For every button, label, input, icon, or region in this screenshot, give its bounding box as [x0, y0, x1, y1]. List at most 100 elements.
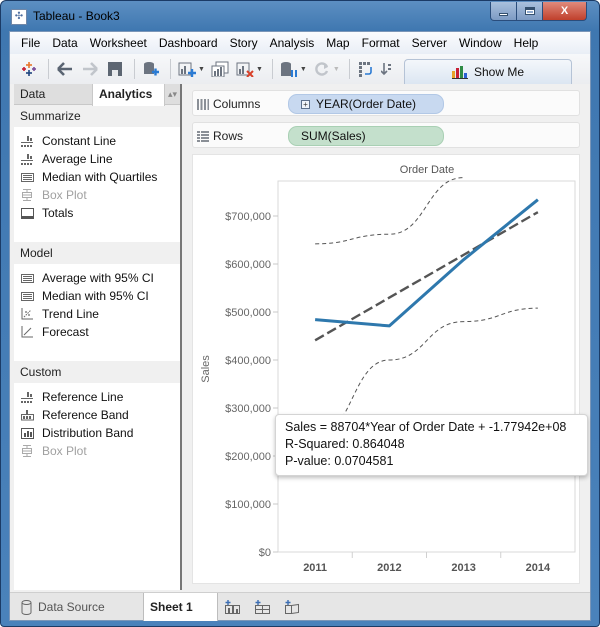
title-bar[interactable]: ✣ Tableau - Book3 X [1, 1, 599, 31]
analytics-item-box-plot[interactable]: Box Plot [14, 186, 180, 204]
median-quartiles-icon [20, 171, 34, 183]
series-line-sum-sales [314, 198, 539, 328]
new-worksheet-dropdown[interactable]: ▼ [198, 66, 205, 73]
constant-line-icon [20, 135, 34, 147]
duplicate-sheet-button[interactable] [209, 58, 231, 80]
sort-button[interactable] [380, 58, 392, 80]
menu-format[interactable]: Format [356, 32, 406, 54]
columns-pill-year-order-date[interactable]: + YEAR(Order Date) [288, 94, 444, 114]
minimize-button[interactable] [490, 2, 517, 21]
save-button[interactable] [104, 58, 126, 80]
sheet-1-tab[interactable]: Sheet 1 [144, 593, 218, 621]
menu-dashboard[interactable]: Dashboard [153, 32, 224, 54]
tableau-logo-button[interactable] [18, 58, 40, 80]
analytics-item-box-plot-custom[interactable]: Box Plot [14, 442, 180, 460]
clear-sheet-dropdown[interactable]: ▼ [256, 66, 263, 73]
data-source-tab[interactable]: Data Source [10, 593, 144, 621]
trend-line-icon [20, 308, 34, 320]
analytics-item-median-quartiles[interactable]: Median with Quartiles [14, 168, 180, 186]
visualization-area[interactable]: Order Date Sales $0 $100,000 $200,000 $300,… [192, 154, 580, 584]
analytics-item-constant-line[interactable]: Constant Line [14, 132, 180, 150]
reference-line-icon [20, 391, 34, 403]
menu-help[interactable]: Help [508, 32, 545, 54]
save-icon [108, 62, 122, 76]
back-button[interactable] [54, 58, 76, 80]
analytics-item-label: Reference Line [42, 390, 124, 404]
analytics-item-label: Box Plot [42, 188, 87, 202]
analytics-item-average-ci[interactable]: Average with 95% CI [14, 269, 180, 287]
expand-plus-icon[interactable]: + [301, 99, 310, 109]
pane-menu-icon[interactable]: ▴▾ [165, 84, 180, 104]
new-worksheet-button[interactable] [176, 58, 198, 80]
sort-icon [380, 63, 391, 76]
show-me-button[interactable]: Show Me [404, 59, 572, 84]
back-icon [57, 62, 72, 76]
new-worksheet-tab-button[interactable] [218, 593, 248, 621]
new-worksheet-icon [178, 62, 196, 77]
analytics-item-average-line[interactable]: Average Line [14, 150, 180, 168]
tooltip-p-value: P-value: 0.0704581 [285, 454, 394, 468]
clear-sheet-icon [236, 62, 254, 77]
tooltip-r-squared: R-Squared: 0.864048 [285, 437, 405, 451]
analytics-item-label: Reference Band [42, 408, 129, 422]
section-model-header: Model [14, 242, 180, 264]
box-plot-icon [20, 189, 34, 201]
swap-icon [358, 62, 372, 77]
rows-shelf-label: Rows [197, 123, 243, 149]
analytics-item-label: Constant Line [42, 134, 117, 148]
menu-analysis[interactable]: Analysis [264, 32, 321, 54]
analytics-item-forecast[interactable]: Forecast [14, 323, 180, 341]
new-data-source-button[interactable] [140, 58, 162, 80]
clear-sheet-button[interactable] [234, 58, 256, 80]
pause-updates-icon [280, 62, 297, 77]
columns-shelf[interactable]: Columns + YEAR(Order Date) [192, 90, 580, 116]
analytics-item-label: Forecast [42, 325, 89, 339]
rows-pill-sum-sales[interactable]: SUM(Sales) [288, 126, 444, 146]
analytics-item-reference-band[interactable]: Reference Band [14, 406, 180, 424]
analytics-item-totals[interactable]: Totals [14, 204, 180, 222]
analytics-item-reference-line[interactable]: Reference Line [14, 388, 180, 406]
minimize-icon [499, 12, 508, 16]
menu-data[interactable]: Data [46, 32, 83, 54]
analytics-item-label: Box Plot [42, 444, 87, 458]
new-worksheet-icon [225, 600, 240, 614]
data-source-icon [21, 599, 32, 615]
app-window: ✣ Tableau - Book3 X File Data Worksheet … [0, 0, 600, 627]
swap-rows-columns-button[interactable] [355, 58, 377, 80]
maximize-button[interactable] [517, 2, 543, 21]
menu-worksheet[interactable]: Worksheet [84, 32, 153, 54]
new-story-tab-button[interactable] [278, 593, 308, 621]
refresh-button[interactable] [311, 58, 333, 80]
toolbar-separator [134, 59, 135, 79]
rows-shelf[interactable]: Rows SUM(Sales) [192, 122, 580, 148]
plot-frame-border [277, 180, 576, 553]
y-axis-title: Sales [200, 355, 212, 383]
new-story-icon [285, 600, 299, 614]
analytics-item-label: Distribution Band [42, 426, 134, 440]
y-tick-label: $500,000 [225, 307, 271, 319]
rows-pill-label: SUM(Sales) [301, 129, 366, 143]
average-ci-icon [20, 272, 34, 284]
refresh-dropdown[interactable]: ▼ [333, 66, 340, 73]
y-tick-label: $300,000 [225, 403, 271, 415]
menu-window[interactable]: Window [453, 32, 508, 54]
forward-button[interactable] [79, 58, 101, 80]
pause-updates-button[interactable] [278, 58, 300, 80]
menu-story[interactable]: Story [224, 32, 264, 54]
menu-map[interactable]: Map [320, 32, 355, 54]
analytics-item-median-ci[interactable]: Median with 95% CI [14, 287, 180, 305]
forward-icon [83, 62, 98, 76]
y-tick-label: $400,000 [225, 355, 271, 367]
menu-server[interactable]: Server [406, 32, 453, 54]
tab-data[interactable]: Data [14, 84, 92, 105]
tab-analytics[interactable]: Analytics [92, 84, 165, 106]
analytics-item-distribution-band[interactable]: Distribution Band [14, 424, 180, 442]
pause-updates-dropdown[interactable]: ▼ [300, 66, 307, 73]
new-dashboard-tab-button[interactable] [248, 593, 278, 621]
analytics-item-trend-line[interactable]: Trend Line [14, 305, 180, 323]
menu-file[interactable]: File [10, 32, 46, 54]
sales-trend-chart[interactable]: Order Date Sales $0 $100,000 $200,000 $300,… [193, 155, 581, 585]
close-button[interactable]: X [543, 2, 587, 21]
y-tick-label: $200,000 [225, 451, 271, 463]
toolbar-separator [170, 59, 171, 79]
